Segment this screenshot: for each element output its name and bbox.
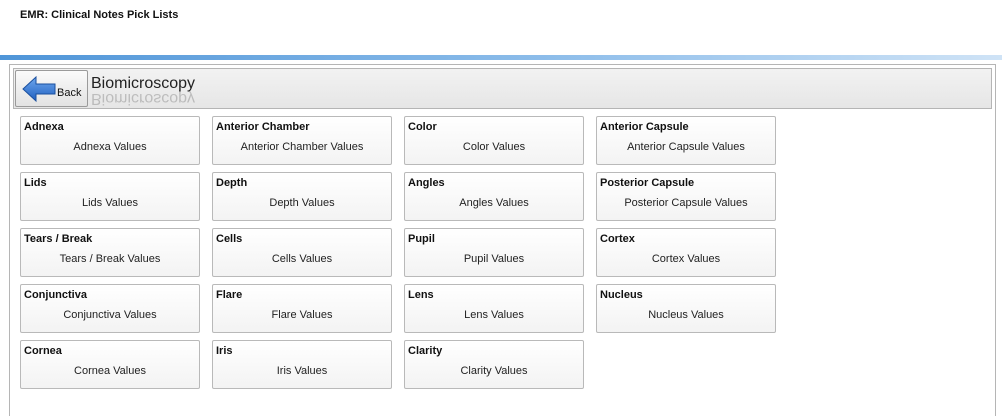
tile-values-label: Flare Values — [271, 309, 333, 321]
tile-title: Nucleus — [600, 289, 643, 301]
picklist-tile-conjunctiva[interactable]: Conjunctiva Conjunctiva Values — [20, 284, 200, 333]
picklist-tile-nucleus[interactable]: Nucleus Nucleus Values — [596, 284, 776, 333]
tile-values-label: Anterior Chamber Values — [240, 141, 364, 153]
screen-title: Biomicroscopy — [91, 75, 196, 92]
tile-values-label: Color Values — [462, 141, 526, 153]
picklist-tile-clarity[interactable]: Clarity Clarity Values — [404, 340, 584, 389]
picklist-tile-posterior-capsule[interactable]: Posterior Capsule Posterior Capsule Value… — [596, 172, 776, 221]
picklist-tile-anterior-capsule[interactable]: Anterior Capsule Anterior Capsule Values — [596, 116, 776, 165]
toolbar: Back Biomicroscopy Biomicroscopy — [13, 68, 992, 109]
picklist-tile-cells[interactable]: Cells Cells Values — [212, 228, 392, 277]
tile-values-label: Iris Values — [276, 365, 328, 377]
tile-values-label: Adnexa Values — [73, 141, 147, 153]
tile-title: Cornea — [24, 345, 62, 357]
tile-title: Color — [408, 121, 437, 133]
picklist-tile-lids[interactable]: Lids Lids Values — [20, 172, 200, 221]
tile-values-label: Clarity Values — [460, 365, 528, 377]
tile-values-label: Lens Values — [464, 309, 524, 321]
tile-title: Lids — [24, 177, 47, 189]
picklist-tile-iris[interactable]: Iris Iris Values — [212, 340, 392, 389]
tile-title: Flare — [216, 289, 243, 301]
tile-title: Anterior Chamber — [216, 121, 310, 133]
picklist-tile-anterior-chamber[interactable]: Anterior Chamber Anterior Chamber Values — [212, 116, 392, 165]
tile-values-label: Lids Values — [81, 197, 139, 209]
picklist-tile-lens[interactable]: Lens Lens Values — [404, 284, 584, 333]
tile-values-label: Cornea Values — [74, 365, 146, 377]
tile-title: Pupil — [408, 233, 435, 245]
tile-title: Conjunctiva — [24, 289, 87, 301]
back-arrow-icon — [22, 75, 56, 103]
back-button[interactable]: Back — [15, 70, 88, 107]
picklist-panel: Back Biomicroscopy Biomicroscopy Adnexa A… — [9, 64, 996, 416]
tile-title: Adnexa — [24, 121, 64, 133]
tile-title: Lens — [408, 289, 434, 301]
tile-values-label: Posterior Capsule Values — [624, 197, 748, 209]
tile-values-label: Tears / Break Values — [59, 253, 161, 265]
tile-values-label: Cells Values — [271, 253, 333, 265]
tile-values-label: Conjunctiva Values — [63, 309, 157, 321]
tile-title: Cortex — [600, 233, 635, 245]
picklist-tile-angles[interactable]: Angles Angles Values — [404, 172, 584, 221]
tile-title: Cells — [216, 233, 243, 245]
picklist-tile-adnexa[interactable]: Adnexa Adnexa Values — [20, 116, 200, 165]
tile-values-label: Angles Values — [459, 197, 529, 209]
tile-title: Posterior Capsule — [600, 177, 695, 189]
tile-title: Iris — [216, 345, 233, 357]
picklist-tile-pupil[interactable]: Pupil Pupil Values — [404, 228, 584, 277]
picklist-tile-color[interactable]: Color Color Values — [404, 116, 584, 165]
tile-title: Clarity — [408, 345, 443, 357]
tile-values-label: Anterior Capsule Values — [627, 141, 745, 153]
picklist-tile-cornea[interactable]: Cornea Cornea Values — [20, 340, 200, 389]
picklist-tile-depth[interactable]: Depth Depth Values — [212, 172, 392, 221]
tile-values-label: Nucleus Values — [648, 309, 724, 321]
picklist-tile-cortex[interactable]: Cortex Cortex Values — [596, 228, 776, 277]
picklist-tile-tears-break[interactable]: Tears / Break Tears / Break Values — [20, 228, 200, 277]
header-accent-bar — [0, 55, 1002, 60]
tile-values-label: Cortex Values — [651, 253, 721, 265]
tile-values-label: Pupil Values — [463, 253, 525, 265]
app-title: EMR: Clinical Notes Pick Lists — [20, 9, 179, 21]
tile-values-label: Depth Values — [269, 197, 335, 209]
picklist-tile-flare[interactable]: Flare Flare Values — [212, 284, 392, 333]
tile-title: Angles — [408, 177, 445, 189]
tile-title: Tears / Break — [24, 233, 93, 245]
back-button-label: Back — [57, 87, 82, 99]
tile-title: Depth — [216, 177, 248, 189]
tile-title: Anterior Capsule — [600, 121, 689, 133]
